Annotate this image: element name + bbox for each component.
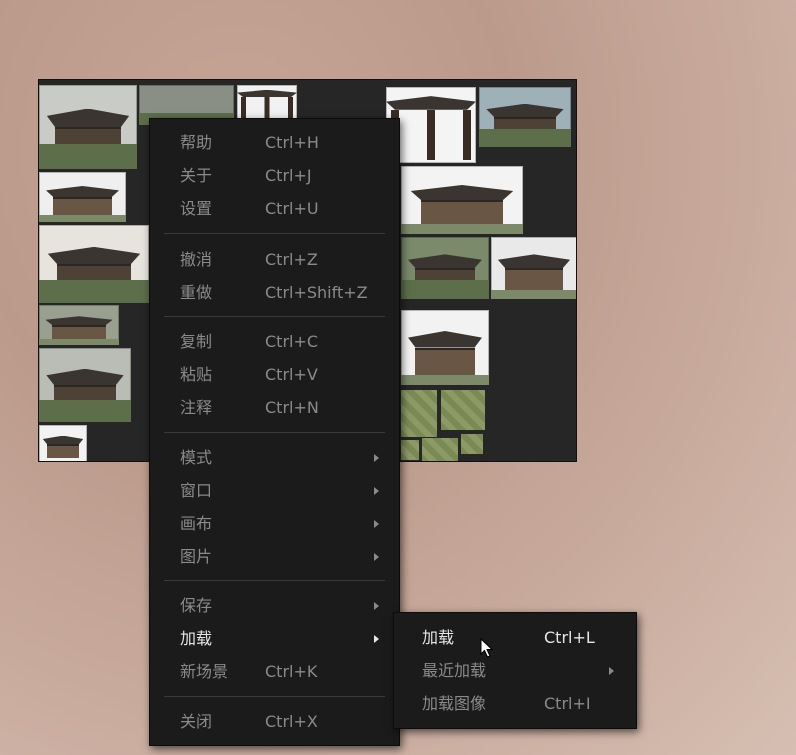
thumbnail-image[interactable] bbox=[401, 440, 419, 460]
menu-item-copy[interactable]: 复制 Ctrl+C bbox=[150, 325, 399, 358]
menu-item-shortcut: Ctrl+I bbox=[544, 694, 591, 713]
chevron-right-icon bbox=[374, 635, 379, 643]
menu-item-shortcut: Ctrl+H bbox=[265, 133, 319, 152]
menu-item-shortcut: Ctrl+N bbox=[265, 398, 319, 417]
menu-item-label: 模式 bbox=[180, 448, 213, 467]
submenu-item-recent-load[interactable]: 最近加载 bbox=[394, 654, 636, 687]
chevron-right-icon bbox=[374, 454, 379, 462]
menu-item-paste[interactable]: 粘贴 Ctrl+V bbox=[150, 358, 399, 391]
menu-item-save[interactable]: 保存 bbox=[150, 589, 399, 622]
menu-item-about[interactable]: 关于 Ctrl+J bbox=[150, 159, 399, 192]
submenu-item-load-image[interactable]: 加载图像 Ctrl+I bbox=[394, 687, 636, 720]
menu-item-redo[interactable]: 重做 Ctrl+Shift+Z bbox=[150, 276, 399, 309]
menu-item-window[interactable]: 窗口 bbox=[150, 474, 399, 507]
chevron-right-icon bbox=[374, 487, 379, 495]
menu-separator bbox=[164, 432, 385, 433]
load-submenu: 加载 Ctrl+L 最近加载 加载图像 Ctrl+I bbox=[393, 612, 637, 729]
menu-item-settings[interactable]: 设置 Ctrl+U bbox=[150, 192, 399, 225]
menu-item-label: 重做 bbox=[180, 283, 213, 302]
menu-item-label: 复制 bbox=[180, 332, 213, 351]
menu-item-label: 设置 bbox=[180, 199, 213, 218]
chevron-right-icon bbox=[374, 553, 379, 561]
menu-separator bbox=[164, 233, 385, 234]
menu-separator bbox=[164, 696, 385, 697]
thumbnail-image[interactable] bbox=[39, 85, 137, 169]
menu-item-label: 画布 bbox=[180, 514, 213, 533]
menu-item-shortcut: Ctrl+V bbox=[265, 365, 318, 384]
menu-item-load[interactable]: 加载 bbox=[150, 622, 399, 655]
thumbnail-image[interactable] bbox=[39, 225, 149, 303]
thumbnail-image[interactable] bbox=[401, 390, 437, 437]
chevron-right-icon bbox=[609, 667, 614, 675]
menu-item-label: 保存 bbox=[180, 596, 213, 615]
menu-item-label: 注释 bbox=[180, 398, 213, 417]
thumbnail-image[interactable] bbox=[461, 434, 483, 454]
menu-item-close[interactable]: 关闭 Ctrl+X bbox=[150, 705, 399, 738]
menu-item-shortcut: Ctrl+X bbox=[265, 712, 318, 731]
menu-item-shortcut: Ctrl+J bbox=[265, 166, 312, 185]
menu-item-shortcut: Ctrl+Shift+Z bbox=[265, 283, 368, 302]
chevron-right-icon bbox=[374, 520, 379, 528]
mouse-pointer-icon bbox=[480, 638, 494, 658]
menu-item-label: 新场景 bbox=[180, 662, 229, 681]
menu-item-undo[interactable]: 撤消 Ctrl+Z bbox=[150, 243, 399, 276]
menu-item-label: 加载 bbox=[422, 628, 455, 647]
thumbnail-image[interactable] bbox=[39, 425, 87, 461]
menu-item-new-scene[interactable]: 新场景 Ctrl+K bbox=[150, 655, 399, 688]
menu-item-label: 最近加载 bbox=[422, 661, 487, 680]
submenu-item-load[interactable]: 加载 Ctrl+L bbox=[394, 621, 636, 654]
menu-item-annotate[interactable]: 注释 Ctrl+N bbox=[150, 391, 399, 424]
menu-separator bbox=[164, 316, 385, 317]
context-menu: 帮助 Ctrl+H 关于 Ctrl+J 设置 Ctrl+U 撤消 Ctrl+Z … bbox=[149, 118, 400, 746]
thumbnail-image[interactable] bbox=[401, 310, 489, 385]
menu-item-label: 撤消 bbox=[180, 250, 213, 269]
thumbnail-image[interactable] bbox=[479, 87, 571, 147]
menu-item-shortcut: Ctrl+C bbox=[265, 332, 319, 351]
menu-item-label: 粘贴 bbox=[180, 365, 213, 384]
menu-item-label: 关于 bbox=[180, 166, 213, 185]
thumbnail-image[interactable] bbox=[39, 305, 119, 345]
menu-item-shortcut: Ctrl+L bbox=[544, 628, 595, 647]
thumbnail-image[interactable] bbox=[401, 166, 523, 234]
thumbnail-image[interactable] bbox=[422, 438, 458, 461]
menu-item-shortcut: Ctrl+K bbox=[265, 662, 318, 681]
thumbnail-image[interactable] bbox=[39, 172, 126, 222]
menu-item-label: 加载 bbox=[180, 629, 213, 648]
menu-item-canvas[interactable]: 画布 bbox=[150, 507, 399, 540]
thumbnail-image[interactable] bbox=[441, 390, 485, 430]
thumbnail-image[interactable] bbox=[39, 348, 131, 422]
menu-item-mode[interactable]: 模式 bbox=[150, 441, 399, 474]
menu-item-label: 帮助 bbox=[180, 133, 213, 152]
menu-item-label: 关闭 bbox=[180, 712, 213, 731]
menu-separator bbox=[164, 580, 385, 581]
thumbnail-image[interactable] bbox=[401, 237, 489, 299]
menu-item-image[interactable]: 图片 bbox=[150, 540, 399, 573]
menu-item-shortcut: Ctrl+U bbox=[265, 199, 319, 218]
menu-item-label: 窗口 bbox=[180, 481, 213, 500]
menu-item-label: 加载图像 bbox=[422, 694, 487, 713]
menu-item-shortcut: Ctrl+Z bbox=[265, 250, 318, 269]
chevron-right-icon bbox=[374, 602, 379, 610]
thumbnail-image[interactable] bbox=[491, 237, 576, 299]
menu-item-help[interactable]: 帮助 Ctrl+H bbox=[150, 126, 399, 159]
menu-item-label: 图片 bbox=[180, 547, 213, 566]
